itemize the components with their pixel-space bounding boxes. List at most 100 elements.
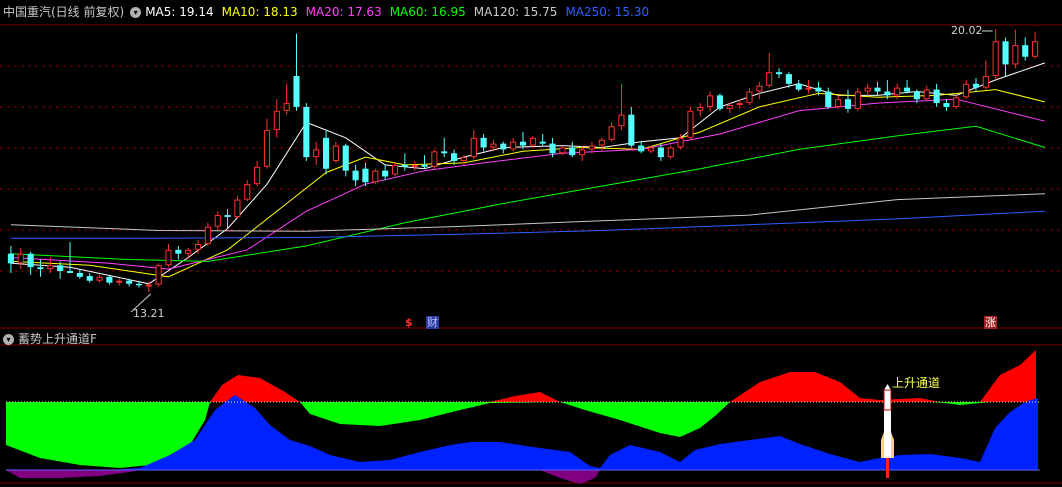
candle-body — [480, 137, 487, 148]
candle-body — [766, 72, 773, 86]
candle — [155, 263, 162, 287]
ma20-line — [10, 98, 1046, 270]
candle-body — [313, 149, 320, 158]
candle-body — [697, 106, 704, 111]
candle-body — [411, 164, 418, 167]
candle-body — [638, 145, 645, 152]
candle-body — [490, 143, 497, 148]
candle-body — [391, 164, 399, 175]
chart-canvas[interactable] — [0, 0, 1062, 487]
candle-body — [293, 76, 300, 107]
candle — [697, 103, 704, 117]
candle — [204, 222, 211, 246]
candle-body — [598, 139, 605, 146]
high-price-label: 20.02 — [951, 24, 983, 37]
candle — [175, 245, 182, 260]
purple-area — [540, 470, 600, 484]
candle-body — [687, 110, 694, 138]
candle-body — [37, 267, 44, 270]
candle-body — [923, 89, 930, 100]
indicator-title: 蓄势上升通道F — [18, 332, 97, 346]
candle-body — [963, 83, 970, 98]
rocket-fin — [881, 432, 884, 458]
candle-body — [57, 265, 64, 272]
candle — [1022, 37, 1029, 61]
candle-body — [96, 276, 103, 281]
candle — [352, 164, 359, 187]
candle — [1032, 31, 1039, 59]
candle-body — [322, 137, 330, 169]
candle-body — [86, 276, 93, 281]
candle-body — [204, 226, 211, 245]
candle — [106, 276, 113, 285]
candle — [707, 91, 714, 111]
candle — [746, 87, 753, 106]
candle-body — [362, 168, 369, 183]
candle-body — [460, 157, 467, 161]
candle — [332, 141, 339, 163]
candle-body — [273, 110, 280, 131]
ma10-line — [10, 89, 1046, 278]
ma250-label: MA250: 15.30 — [565, 5, 650, 19]
candlestick-series[interactable] — [7, 28, 1039, 292]
candle — [992, 28, 999, 80]
candle-body — [795, 83, 802, 90]
candle — [775, 68, 783, 78]
candle-body — [835, 99, 842, 107]
candle — [362, 162, 369, 187]
dividend-marker[interactable]: $ — [405, 316, 413, 329]
ascending-channel-label: 上升通道 — [892, 376, 941, 390]
finance-report-marker[interactable]: 财 — [426, 316, 439, 329]
candle-body — [972, 83, 980, 88]
rocket-flame — [886, 458, 889, 478]
candle — [923, 85, 930, 102]
candle — [96, 274, 103, 283]
red-area — [980, 350, 1036, 402]
candle-body — [569, 147, 576, 156]
low-price-label: 13.21 — [133, 307, 165, 320]
candle — [214, 211, 221, 231]
candle — [884, 79, 891, 100]
candle — [382, 164, 389, 181]
candle-body — [707, 95, 714, 107]
candle — [401, 153, 408, 171]
candle-body — [854, 91, 861, 109]
candle-body — [155, 265, 162, 285]
candle-body — [244, 184, 251, 200]
red-area — [210, 375, 300, 402]
chart-annotations — [130, 30, 993, 478]
candle-body — [66, 271, 74, 273]
candle-body — [283, 103, 290, 111]
rocket-fin — [891, 432, 894, 458]
candle-body — [224, 215, 231, 217]
candle — [303, 103, 310, 161]
ma60-label: MA60: 16.95 — [389, 5, 466, 19]
candle-body — [342, 145, 349, 171]
chevron-down-icon[interactable]: ▾ — [3, 333, 14, 345]
candle — [313, 141, 320, 165]
candle-body — [1032, 41, 1039, 57]
candle — [864, 83, 871, 96]
candle-body — [539, 141, 546, 144]
candle — [421, 155, 428, 169]
rocket-stage — [883, 389, 892, 411]
ma120-label: MA120: 15.75 — [473, 5, 558, 19]
candle-body — [17, 253, 24, 264]
chevron-down-icon[interactable]: ▾ — [130, 6, 142, 18]
candle — [185, 247, 192, 260]
candle — [667, 145, 674, 160]
candle — [628, 106, 635, 148]
candle — [766, 52, 773, 88]
candle-body — [431, 151, 438, 167]
candle — [283, 83, 290, 115]
candle-body — [263, 130, 271, 167]
candle-body — [943, 103, 950, 107]
limit-up-marker[interactable]: 涨 — [984, 316, 997, 329]
candle — [244, 180, 251, 202]
candle — [86, 272, 93, 283]
candle — [273, 99, 280, 138]
candle-body — [736, 103, 743, 106]
candle — [372, 168, 379, 185]
candle-body — [1022, 45, 1029, 57]
candle — [37, 259, 44, 277]
